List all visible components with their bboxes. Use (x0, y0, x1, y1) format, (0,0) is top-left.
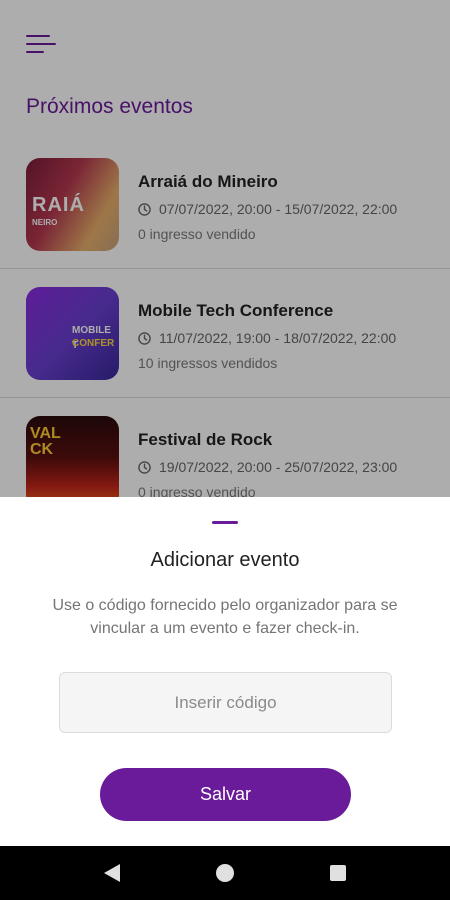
save-button[interactable]: Salvar (100, 768, 351, 821)
add-event-bottom-sheet: Adicionar evento Use o código fornecido … (0, 497, 450, 846)
app-screen: Próximos eventos RAIÁ NEIRO Arraiá do Mi… (0, 0, 450, 846)
event-code-input[interactable] (59, 672, 392, 733)
sheet-title: Adicionar evento (150, 549, 300, 571)
home-circle-icon[interactable] (216, 864, 234, 882)
sheet-drag-handle[interactable] (212, 521, 238, 524)
back-triangle-icon[interactable] (104, 864, 120, 882)
recent-apps-square-icon[interactable] (330, 865, 346, 881)
sheet-description: Use o código fornecido pelo organizador … (52, 597, 398, 637)
system-navigation-bar (0, 846, 450, 900)
